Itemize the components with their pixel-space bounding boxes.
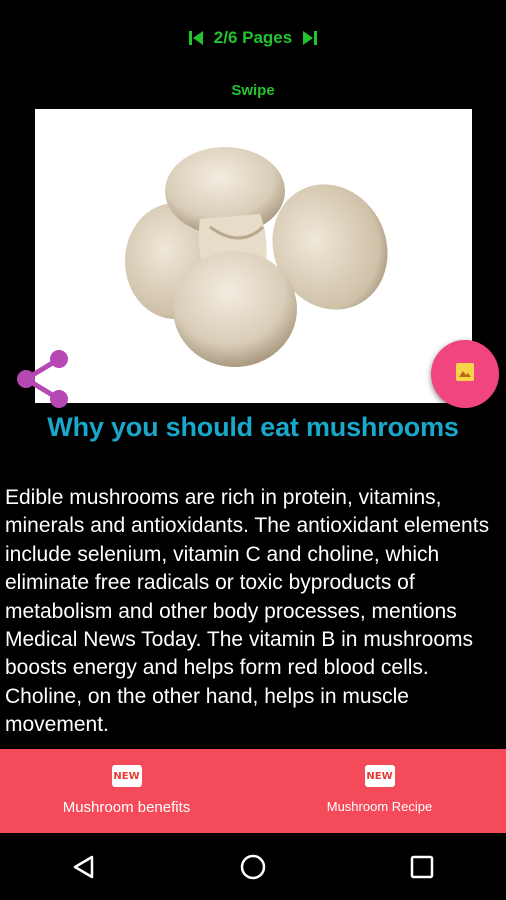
mushroom-benefits-button[interactable]: NEW Mushroom benefits	[0, 749, 253, 833]
back-icon[interactable]	[54, 837, 114, 897]
recents-icon[interactable]	[392, 837, 452, 897]
skip-previous-icon[interactable]	[186, 28, 206, 48]
article-body: Edible mushrooms are rich in protein, vi…	[5, 486, 490, 734]
tab-label: Mushroom benefits	[62, 799, 191, 816]
home-icon[interactable]	[223, 837, 283, 897]
mushroom-recipe-button[interactable]: NEW Mushroom Recipe	[253, 749, 506, 833]
swipe-hint: Swipe	[231, 82, 275, 99]
article-title: Why you should eat mushrooms	[47, 412, 459, 442]
skip-next-icon[interactable]	[300, 28, 320, 48]
image-icon	[455, 362, 475, 387]
mushroom-image	[35, 109, 472, 403]
new-badge-icon: NEW	[111, 765, 142, 787]
page-indicator: 2/6 Pages	[213, 28, 293, 47]
new-badge-icon: NEW	[364, 765, 395, 787]
pager: 2/6 Pages	[0, 24, 506, 52]
system-nav-bar	[0, 833, 506, 900]
image-fab-button[interactable]	[431, 340, 499, 408]
bottom-bar: NEW Mushroom benefits NEW Mushroom Recip…	[0, 749, 506, 833]
article-body-scroll[interactable]: Edible mushrooms are rich in protein, vi…	[0, 484, 506, 734]
tab-label: Mushroom Recipe	[326, 799, 433, 814]
share-icon[interactable]	[12, 349, 70, 409]
